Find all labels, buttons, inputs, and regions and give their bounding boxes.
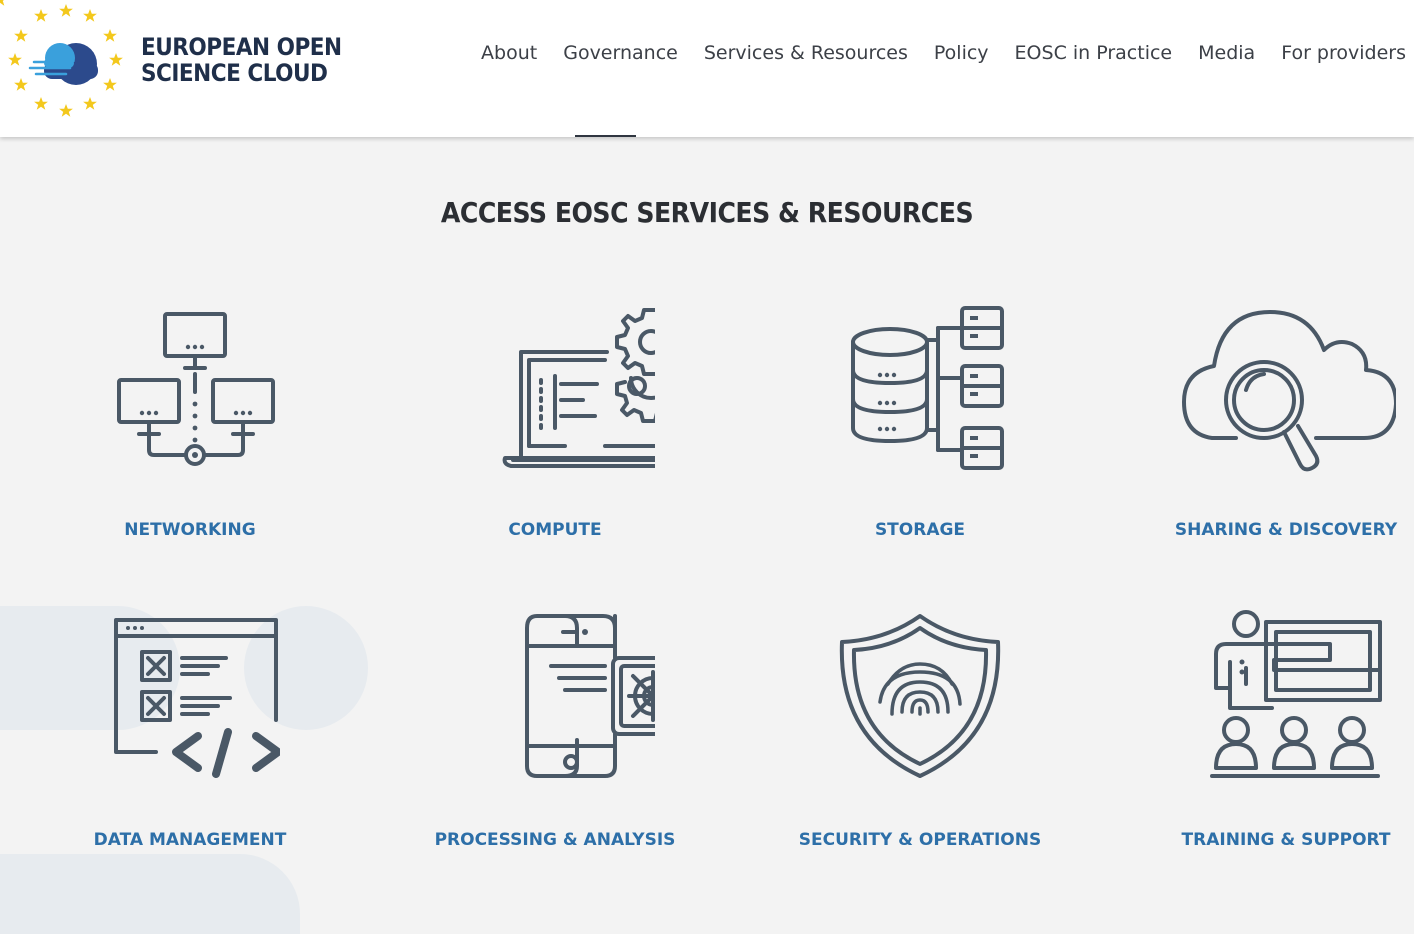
nav-item-about[interactable]: About [481, 42, 537, 64]
card-compute[interactable]: COMPUTE [405, 300, 705, 550]
nav-item-eosc-in-practice[interactable]: EOSC in Practice [1015, 42, 1173, 64]
card-label: DATA MANAGEMENT [93, 830, 287, 850]
card-label: SECURITY & OPERATIONS [798, 830, 1042, 850]
card-label: SHARING & DISCOVERY [1174, 520, 1398, 540]
nav-item-policy[interactable]: Policy [934, 42, 989, 64]
logo-line-1: EUROPEAN OPEN [141, 33, 342, 61]
nav-item-for-providers[interactable]: For providers [1281, 42, 1406, 64]
nav-item-services-resources[interactable]: Services & Resources [704, 42, 908, 64]
fingerprint-shield-icon [839, 614, 1001, 778]
card-label: TRAINING & SUPPORT [1181, 830, 1391, 850]
database-icon [851, 306, 1004, 470]
card-training-support[interactable]: TRAINING & SUPPORT [1136, 608, 1414, 858]
background-blob-bottom [0, 854, 300, 934]
card-storage[interactable]: STORAGE [770, 300, 1070, 550]
active-nav-indicator [575, 135, 636, 137]
code-window-icon [114, 618, 280, 778]
section-title: ACCESS EOSC SERVICES & RESOURCES [440, 196, 974, 229]
presentation-icon [1210, 610, 1382, 778]
site-logo[interactable]: EUROPEAN OPEN SCIENCE CLOUD [0, 0, 342, 125]
logo-line-2: SCIENCE CLOUD [141, 59, 328, 87]
card-label: NETWORKING [124, 520, 256, 540]
nav-item-governance[interactable]: Governance [563, 42, 678, 64]
mobile-processing-icon [525, 614, 655, 778]
eosc-logo-icon [0, 0, 123, 117]
main-nav: About Governance Services & Resources Po… [455, 42, 1406, 64]
card-data-management[interactable]: DATA MANAGEMENT [40, 608, 340, 858]
site-header: EUROPEAN OPEN SCIENCE CLOUD About Govern… [0, 0, 1414, 137]
card-networking[interactable]: NETWORKING [40, 300, 340, 550]
card-label: STORAGE [874, 520, 966, 540]
card-sharing-discovery[interactable]: SHARING & DISCOVERY [1136, 300, 1414, 550]
laptop-gear-icon [502, 308, 655, 468]
card-label: PROCESSING & ANALYSIS [434, 830, 676, 850]
card-label: COMPUTE [508, 520, 602, 540]
network-icon [117, 312, 275, 466]
nav-item-media[interactable]: Media [1198, 42, 1255, 64]
cloud-search-icon [1182, 310, 1396, 472]
logo-wordmark: EUROPEAN OPEN SCIENCE CLOUD [141, 34, 342, 86]
card-processing-analysis[interactable]: PROCESSING & ANALYSIS [405, 608, 705, 858]
card-security-operations[interactable]: SECURITY & OPERATIONS [770, 608, 1070, 858]
